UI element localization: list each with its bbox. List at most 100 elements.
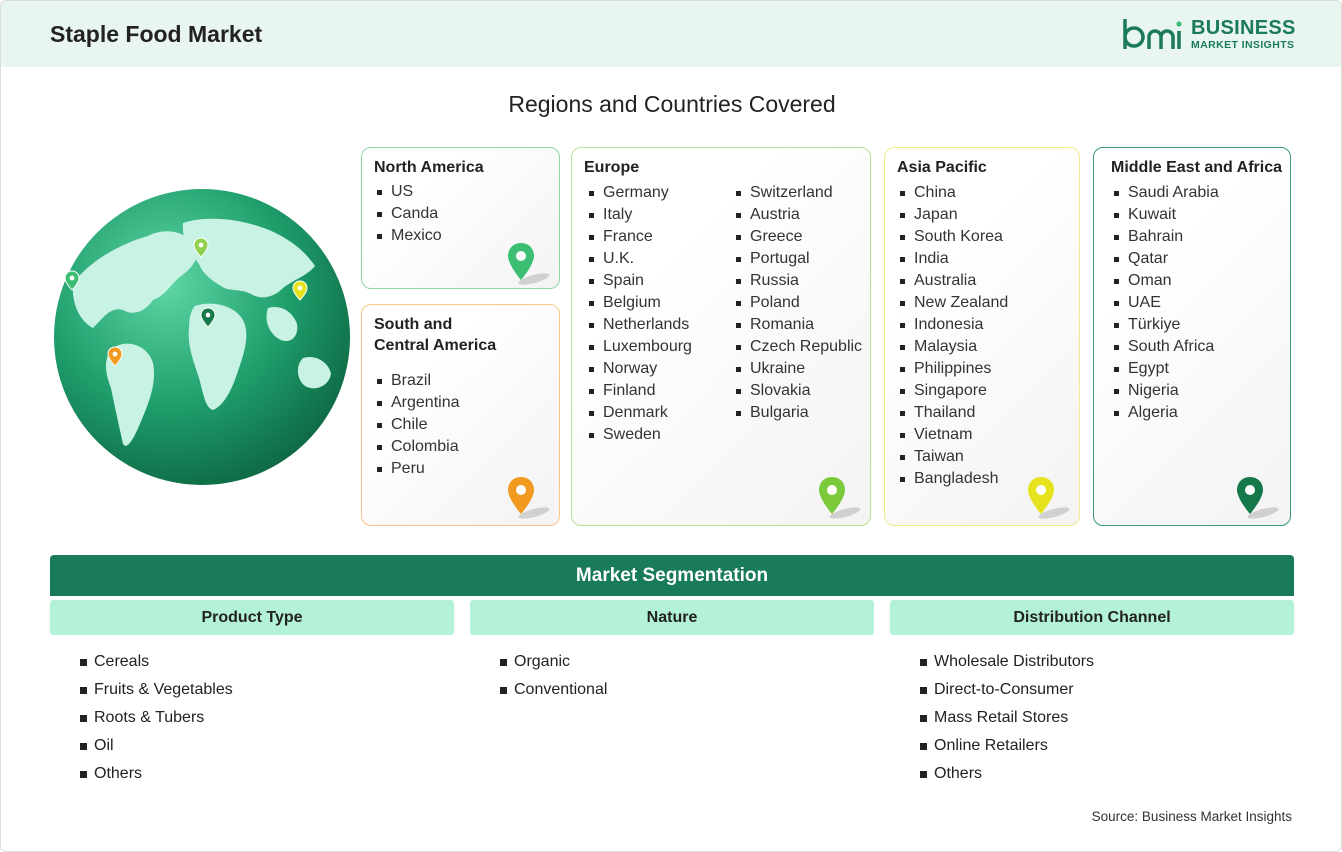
logo-text-market-insights: MARKET INSIGHTS bbox=[1191, 39, 1295, 51]
infographic-frame: Staple Food Market BUSINESS MARKET INSIG… bbox=[0, 0, 1342, 852]
list-item: Taiwan bbox=[897, 446, 1008, 468]
list-item: Cereals bbox=[80, 648, 233, 676]
list-item: Norway bbox=[586, 358, 692, 380]
list-item: Greece bbox=[733, 226, 862, 248]
list-item: New Zealand bbox=[897, 292, 1008, 314]
distribution-channel-list: Wholesale Distributors Direct-to-Consume… bbox=[920, 648, 1094, 788]
list-item: Indonesia bbox=[897, 314, 1008, 336]
list-item: Thailand bbox=[897, 402, 1008, 424]
list-item: Oil bbox=[80, 732, 233, 760]
region-title-line1: South and bbox=[374, 316, 453, 333]
list-item: Bahrain bbox=[1111, 226, 1219, 248]
list-item: US bbox=[374, 181, 442, 203]
source-note: Source: Business Market Insights bbox=[1091, 809, 1292, 824]
list-item: Colombia bbox=[374, 436, 460, 458]
list-item: Canda bbox=[374, 203, 442, 225]
list-item: South Korea bbox=[897, 226, 1008, 248]
region-card-asia-pacific: Asia Pacific China Japan South Korea Ind… bbox=[884, 147, 1080, 526]
list-item: Mexico bbox=[374, 225, 442, 247]
product-type-list: Cereals Fruits & Vegetables Roots & Tube… bbox=[80, 648, 233, 788]
nature-list: Organic Conventional bbox=[500, 648, 607, 704]
region-card-middle-east-africa: Middle East and Africa Saudi Arabia Kuwa… bbox=[1093, 147, 1291, 526]
page-title: Staple Food Market bbox=[50, 21, 263, 47]
country-list: Brazil Argentina Chile Colombia Peru bbox=[374, 370, 460, 480]
list-item: Online Retailers bbox=[920, 732, 1094, 760]
list-item: Czech Republic bbox=[733, 336, 862, 358]
list-item: Philippines bbox=[897, 358, 1008, 380]
list-item: Oman bbox=[1111, 270, 1219, 292]
list-item: Türkiye bbox=[1111, 314, 1219, 336]
list-item: Finland bbox=[586, 380, 692, 402]
list-item: South Africa bbox=[1111, 336, 1219, 358]
country-list-col1: Germany Italy France U.K. Spain Belgium … bbox=[586, 182, 692, 446]
list-item: Malaysia bbox=[897, 336, 1008, 358]
list-item: Peru bbox=[374, 458, 460, 480]
list-item: Italy bbox=[586, 204, 692, 226]
list-item: Luxembourg bbox=[586, 336, 692, 358]
region-title-line2: Central America bbox=[374, 337, 497, 354]
list-item: Netherlands bbox=[586, 314, 692, 336]
list-item: Romania bbox=[733, 314, 862, 336]
region-title: South and Central America bbox=[374, 314, 496, 356]
list-item: Australia bbox=[897, 270, 1008, 292]
list-item: Direct-to-Consumer bbox=[920, 676, 1094, 704]
map-pin-icon bbox=[508, 243, 550, 285]
list-item: Spain bbox=[586, 270, 692, 292]
list-item: Nigeria bbox=[1111, 380, 1219, 402]
list-item: Saudi Arabia bbox=[1111, 182, 1219, 204]
list-item: Qatar bbox=[1111, 248, 1219, 270]
list-item: Fruits & Vegetables bbox=[80, 676, 233, 704]
list-item: Portugal bbox=[733, 248, 862, 270]
segment-header-product-type: Product Type bbox=[50, 600, 454, 635]
list-item: Algeria bbox=[1111, 402, 1219, 424]
country-list: US Canda Mexico bbox=[374, 181, 442, 247]
list-item: Denmark bbox=[586, 402, 692, 424]
list-item: Kuwait bbox=[1111, 204, 1219, 226]
list-item: Poland bbox=[733, 292, 862, 314]
list-item: UAE bbox=[1111, 292, 1219, 314]
globe-icon bbox=[54, 189, 350, 485]
list-item: Belgium bbox=[586, 292, 692, 314]
list-item: Conventional bbox=[500, 676, 607, 704]
list-item: Organic bbox=[500, 648, 607, 676]
segmentation-title: Market Segmentation bbox=[50, 555, 1294, 596]
country-list: Saudi Arabia Kuwait Bahrain Qatar Oman U… bbox=[1111, 182, 1219, 424]
list-item: Vietnam bbox=[897, 424, 1008, 446]
map-pin-icon bbox=[1237, 477, 1279, 519]
list-item: Switzerland bbox=[733, 182, 862, 204]
region-card-europe: Europe Germany Italy France U.K. Spain B… bbox=[571, 147, 871, 526]
list-item: Japan bbox=[897, 204, 1008, 226]
regions-title: Regions and Countries Covered bbox=[508, 91, 836, 117]
header-bar: Staple Food Market BUSINESS MARKET INSIG… bbox=[1, 1, 1341, 67]
list-item: Germany bbox=[586, 182, 692, 204]
list-item: Egypt bbox=[1111, 358, 1219, 380]
list-item: Wholesale Distributors bbox=[920, 648, 1094, 676]
region-title: Europe bbox=[584, 159, 640, 176]
list-item: Others bbox=[80, 760, 233, 788]
list-item: Brazil bbox=[374, 370, 460, 392]
list-item: Chile bbox=[374, 414, 460, 436]
region-card-south-central-america: South and Central America Brazil Argenti… bbox=[361, 304, 560, 526]
region-title: Middle East and Africa bbox=[1111, 159, 1282, 176]
region-card-north-america: North America US Canda Mexico bbox=[361, 147, 560, 289]
list-item: Roots & Tubers bbox=[80, 704, 233, 732]
segment-header-distribution-channel: Distribution Channel bbox=[890, 600, 1294, 635]
country-list-col2: Switzerland Austria Greece Portugal Russ… bbox=[733, 182, 862, 424]
list-item: China bbox=[897, 182, 1008, 204]
list-item: U.K. bbox=[586, 248, 692, 270]
list-item: Sweden bbox=[586, 424, 692, 446]
map-pin-icon bbox=[508, 477, 550, 519]
map-pin-icon bbox=[819, 477, 861, 519]
list-item: Bulgaria bbox=[733, 402, 862, 424]
bmi-logo-icon bbox=[1123, 19, 1182, 49]
list-item: Slovakia bbox=[733, 380, 862, 402]
list-item: Argentina bbox=[374, 392, 460, 414]
list-item: Austria bbox=[733, 204, 862, 226]
list-item: India bbox=[897, 248, 1008, 270]
list-item: Singapore bbox=[897, 380, 1008, 402]
list-item: Others bbox=[920, 760, 1094, 788]
map-pin-icon bbox=[1028, 477, 1070, 519]
list-item: Mass Retail Stores bbox=[920, 704, 1094, 732]
list-item: Russia bbox=[733, 270, 862, 292]
logo-text-business: BUSINESS bbox=[1191, 17, 1296, 39]
